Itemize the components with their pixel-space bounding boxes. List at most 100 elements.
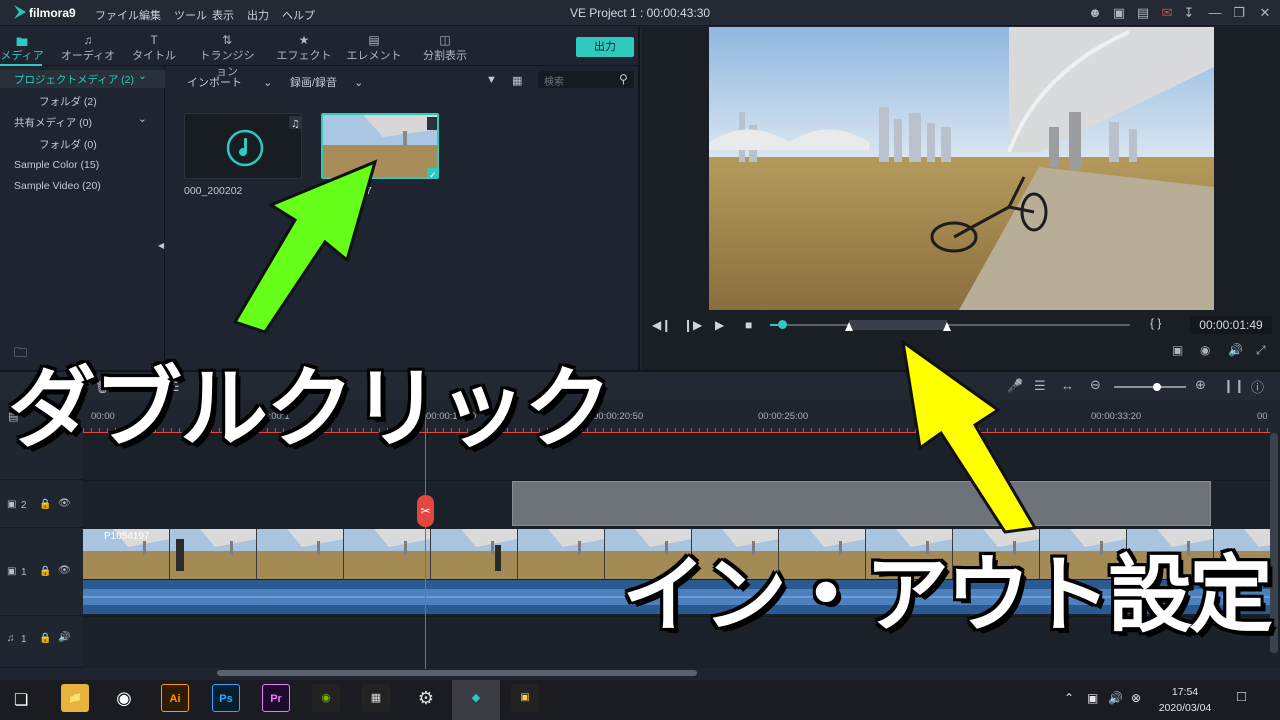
volume-icon[interactable]: 🔊 (1228, 343, 1243, 357)
mail-icon[interactable]: ✉ (1158, 5, 1176, 21)
in-out-range[interactable] (849, 320, 947, 330)
clock-time: 17:54 (1171, 686, 1199, 698)
windows-start-icon[interactable]: ❏ (14, 690, 28, 710)
timeline-clip-placeholder[interactable] (512, 481, 1211, 526)
scissors-icon[interactable]: ✂ (417, 495, 434, 527)
volume-icon[interactable]: 🔊 (1108, 691, 1123, 705)
calculator-icon[interactable]: ▦ (362, 684, 390, 712)
document-icon[interactable]: ▤ (1134, 5, 1152, 21)
track-height-icon[interactable]: ❙❙ (1223, 378, 1245, 394)
out-point-marker[interactable] (943, 322, 951, 331)
svg-text:♫: ♫ (291, 119, 300, 130)
steam-icon[interactable]: ⚙ (412, 684, 440, 712)
scrubber-handle[interactable] (778, 320, 787, 329)
tab-titles[interactable]: T タイトル (124, 33, 184, 63)
download-icon[interactable]: ↧ (1180, 5, 1198, 21)
tab-effects[interactable]: ★ エフェクト (274, 33, 334, 63)
tree-item-shared-media[interactable]: 共有メディア (0) (14, 115, 92, 130)
maximize-icon[interactable]: ❐ (1230, 5, 1248, 21)
export-button[interactable]: 出力 (576, 37, 634, 57)
tree-item-folder[interactable]: フォルダ (0) (39, 137, 97, 152)
display-settings-icon[interactable]: ▣ (1172, 343, 1183, 357)
overlay-caption-in-out: イン・アウト設定 (622, 546, 1273, 644)
horizontal-scrollbar[interactable] (217, 670, 697, 676)
fullscreen-icon[interactable]: ⤢ (1256, 343, 1266, 358)
filmora-taskbar-icon[interactable]: ◆ (462, 684, 490, 712)
in-out-brackets-button[interactable]: { } (1150, 316, 1161, 330)
tab-media[interactable]: 🖿 メディア (0, 33, 52, 63)
chevron-down-icon[interactable]: ⌄ (138, 70, 147, 82)
text-icon: T (150, 33, 158, 47)
collapse-handle-icon[interactable]: ◀ (158, 241, 164, 250)
tree-item-folder[interactable]: フォルダ (2) (39, 94, 97, 109)
zoom-in-icon[interactable]: ⊕ (1195, 377, 1206, 393)
tab-transitions[interactable]: ⇅ トランジション (197, 33, 257, 79)
no-network-icon[interactable]: ⊗ (1131, 691, 1141, 705)
tab-elements[interactable]: ▤ エレメント (344, 33, 404, 63)
cart-icon[interactable]: ▣ (1110, 5, 1128, 21)
effects-icon: ★ (298, 33, 310, 47)
grid-view-icon[interactable]: ▦ (512, 74, 522, 87)
filmora-window: filmora9 ファイル 編集 ツール 表示 出力 ヘルプ VE Projec… (0, 0, 1280, 720)
filter-icon[interactable]: ▼ (486, 74, 497, 86)
nvidia-icon[interactable]: ◉ (312, 684, 340, 712)
chevron-up-icon[interactable]: ⌃ (1064, 691, 1074, 705)
ruler-label: 00:00:25:00 (758, 411, 809, 422)
fit-timeline-icon[interactable]: ↔ (1061, 378, 1074, 393)
account-icon[interactable]: ☻ (1086, 5, 1104, 20)
tab-split-screen[interactable]: ◫ 分割表示 (415, 33, 475, 63)
close-icon[interactable]: ✕ (1256, 5, 1274, 21)
zoom-out-icon[interactable]: ⊖ (1090, 377, 1101, 393)
stop-icon[interactable]: ■ (745, 318, 752, 332)
clapperboard-icon[interactable]: ▣ (511, 684, 539, 712)
music-note-icon: ♫ (7, 633, 15, 644)
tree-item-sample-video[interactable]: Sample Video (20) (14, 180, 101, 192)
taskbar-clock[interactable]: 17:54 2020/03/04 (1150, 684, 1220, 716)
video-clip-name: P1054197 (104, 531, 150, 542)
chevron-down-icon: ⌄ (354, 77, 364, 89)
photoshop-icon[interactable]: Ps (212, 684, 240, 712)
eye-icon[interactable]: 👁 (58, 565, 71, 576)
file-explorer-icon[interactable]: 📁 (61, 684, 89, 712)
lock-icon[interactable]: 🔒 (39, 633, 51, 644)
track-number: 1 (21, 634, 27, 645)
record-dropdown[interactable]: 録画/録音 ⌄ (290, 74, 363, 90)
track-header-video-1: ▣ 1 🔒 👁 (0, 528, 83, 616)
preview-viewer (709, 27, 1214, 310)
search-icon[interactable]: ⚲ (619, 72, 628, 86)
clock-date: 2020/03/04 (1158, 702, 1212, 714)
lock-icon[interactable]: 🔒 (39, 566, 51, 577)
step-back-icon[interactable]: ◀❙ (652, 318, 671, 332)
help-icon[interactable]: ⓘ (1251, 377, 1264, 396)
preview-timecode: 00:00:01:49 (1190, 316, 1272, 334)
eye-icon[interactable]: 👁 (58, 498, 71, 509)
notification-icon[interactable]: □ (1237, 688, 1246, 705)
film-icon: ▣ (7, 499, 17, 510)
preview-frame-image (709, 27, 1214, 310)
network-icon[interactable]: ▣ (1087, 691, 1098, 705)
import-dropdown[interactable]: インポート ⌄ (187, 74, 272, 90)
zoom-slider[interactable] (1114, 386, 1186, 388)
tree-item-project-media[interactable]: プロジェクトメディア (2) (14, 72, 134, 87)
snapshot-icon[interactable]: ◉ (1200, 343, 1210, 357)
zoom-slider-handle[interactable] (1153, 383, 1161, 391)
tab-audio[interactable]: ♫ オーディオ (58, 33, 118, 63)
title-bar: filmora9 ファイル 編集 ツール 表示 出力 ヘルプ VE Projec… (0, 0, 1280, 26)
in-point-marker[interactable] (845, 322, 853, 331)
premiere-icon[interactable]: Pr (262, 684, 290, 712)
ruler-label: 00 (1257, 411, 1268, 422)
media-tree: プロジェクトメディア (2) ⌄ フォルダ (2) 共有メディア (0) ⌄ フ… (0, 66, 165, 370)
step-forward-icon[interactable]: ❙▶ (683, 318, 702, 332)
speaker-icon[interactable]: 🔊 (58, 632, 70, 643)
track-number: 1 (21, 567, 27, 578)
vertical-scrollbar[interactable] (1270, 433, 1278, 653)
image-icon: ▤ (368, 33, 380, 47)
illustrator-icon[interactable]: Ai (161, 684, 189, 712)
lock-icon[interactable]: 🔒 (39, 499, 51, 510)
green-arrow (232, 159, 378, 334)
chrome-icon[interactable]: ◉ (110, 684, 138, 712)
chevron-down-icon[interactable]: ⌄ (138, 113, 147, 125)
tree-item-sample-color[interactable]: Sample Color (15) (14, 159, 99, 171)
minimize-icon[interactable]: — (1206, 5, 1224, 20)
play-icon[interactable]: ▶ (715, 318, 724, 332)
